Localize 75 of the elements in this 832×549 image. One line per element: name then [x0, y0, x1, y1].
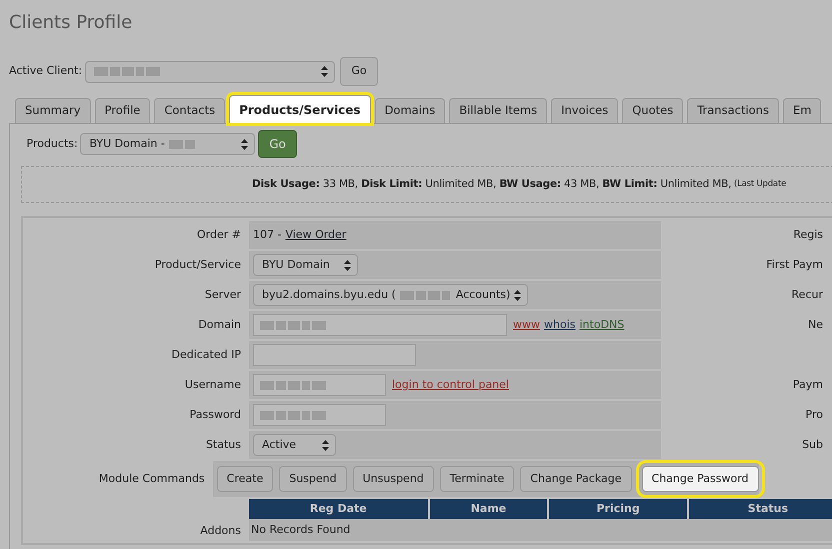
view-order-link[interactable]: View Order — [285, 226, 346, 244]
select-field[interactable]: Active — [253, 434, 336, 456]
field-label: Ne — [808, 316, 823, 333]
column-header: Reg Date — [249, 499, 428, 519]
command-button[interactable]: Unsuspend — [352, 466, 434, 492]
blurred-text — [260, 380, 328, 390]
field-label: Pro — [806, 406, 823, 423]
input-field[interactable] — [253, 344, 416, 366]
field-label: Products: — [26, 136, 78, 152]
field-label: Addons — [200, 522, 241, 538]
caret-icon — [320, 66, 328, 77]
field-label: Product/Service — [154, 256, 242, 273]
column-header: Name — [430, 499, 548, 519]
page-title: Clients Profile — [9, 11, 134, 35]
field-label: Regis — [793, 226, 823, 243]
text-link[interactable]: whois — [544, 316, 576, 334]
select-value: byu2.domains.byu.edu ( — [262, 286, 396, 303]
go-button[interactable]: Go — [258, 130, 297, 158]
tab[interactable]: Transactions — [687, 98, 779, 123]
field-label: Status — [204, 436, 242, 453]
caret-icon — [344, 260, 351, 270]
input-field[interactable] — [253, 314, 507, 336]
tab[interactable]: Profile — [94, 98, 150, 123]
blurred-text — [168, 140, 197, 148]
select-value: BYU Domain — [262, 256, 330, 273]
field-label: Module Commands — [98, 470, 206, 487]
order-number: 107 - — [253, 226, 282, 243]
tab[interactable]: Billable Items — [449, 98, 548, 123]
command-button[interactable]: Suspend — [279, 466, 347, 492]
select-value: Accounts) — [456, 286, 510, 303]
tab[interactable]: Em — [782, 98, 822, 123]
caret-icon — [322, 440, 329, 450]
tab[interactable]: Contacts — [154, 98, 226, 123]
input-field[interactable] — [253, 404, 386, 426]
product-select[interactable]: BYU Domain - — [80, 133, 256, 155]
field-label: Domain — [197, 316, 242, 333]
select-value: BYU Domain - — [89, 136, 165, 152]
command-button[interactable]: Terminate — [440, 466, 514, 492]
update-note: (Last Update — [734, 178, 786, 191]
go-button[interactable]: Go — [340, 57, 378, 86]
field-label: Paym — [792, 376, 823, 393]
field-label: First Paym — [766, 256, 823, 273]
column-header: Status — [688, 499, 832, 519]
command-button[interactable]: Create — [216, 466, 274, 492]
tab[interactable]: Invoices — [551, 98, 618, 123]
tab[interactable]: Summary — [15, 98, 91, 123]
field-label: Order # — [196, 226, 242, 243]
empty-message: No Records Found — [249, 519, 832, 541]
field-label: Username — [184, 376, 242, 393]
text-link[interactable]: www — [513, 316, 540, 334]
column-header: Pricing — [549, 499, 687, 519]
field-label: Password — [188, 406, 242, 423]
field-label: Server — [204, 286, 242, 303]
field-label: Sub — [802, 436, 823, 453]
usage-text: Disk Usage: 33 MB, Disk Limit: Unlimited MB, BW Usage: 43 MB, BW Limit: Unlimited MB, — [252, 176, 732, 192]
select-value: Active — [262, 436, 296, 453]
tab[interactable]: Domains — [374, 98, 446, 123]
tab[interactable]: Quotes — [622, 98, 684, 123]
tab[interactable]: Products/Services — [229, 95, 371, 123]
text-link[interactable]: intoDNS — [580, 316, 624, 334]
client-select[interactable] — [84, 60, 335, 82]
blurred-text — [400, 290, 452, 300]
field-label: Active Client: — [9, 63, 82, 80]
field-label: Dedicated IP — [170, 346, 242, 363]
caret-icon — [241, 138, 248, 150]
blurred-text — [260, 410, 328, 420]
text-link[interactable]: login to control panel — [392, 376, 509, 394]
select-field[interactable]: byu2.domains.byu.edu ( Accounts) — [253, 284, 528, 306]
command-button[interactable]: Change Package — [520, 466, 632, 492]
select-field[interactable]: BYU Domain — [253, 254, 358, 276]
blurred-text — [260, 320, 328, 330]
field-label: Recur — [792, 286, 823, 303]
blurred-text — [94, 67, 162, 76]
input-field[interactable] — [253, 374, 386, 396]
caret-icon — [514, 290, 522, 300]
